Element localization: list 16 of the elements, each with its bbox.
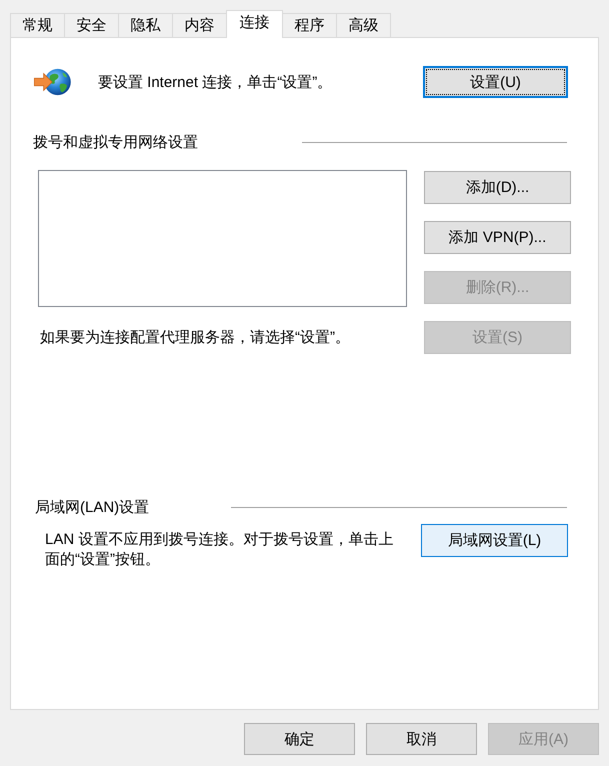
- lan-description: LAN 设置不应用到拨号连接。对于拨号设置，单击上面的“设置”按钮。: [45, 530, 394, 570]
- connections-list[interactable]: [38, 170, 407, 307]
- dialog-button[interactable]: 确定: [244, 723, 355, 755]
- setup-instruction: 要设置 Internet 连接，单击“设置”。: [98, 72, 334, 92]
- proxy-note: 如果要为连接配置代理服务器，请选择“设置”。: [39, 328, 351, 348]
- dialup-button[interactable]: 添加 VPN(P)...: [424, 221, 571, 254]
- tab[interactable]: 常规: [10, 13, 65, 37]
- dialup-button[interactable]: 添加(D)...: [424, 171, 571, 204]
- globe-arrow-icon: [34, 67, 72, 97]
- section-title: 局域网(LAN)设置: [35, 498, 150, 517]
- dialog-button[interactable]: 取消: [366, 723, 477, 755]
- setup-button[interactable]: 设置(U): [423, 66, 568, 98]
- tab[interactable]: 高级: [336, 13, 391, 37]
- section-title: 拨号和虚拟专用网络设置: [33, 133, 199, 152]
- lan-settings-button[interactable]: 局域网设置(L): [421, 524, 568, 557]
- tab[interactable]: 连接: [226, 10, 283, 38]
